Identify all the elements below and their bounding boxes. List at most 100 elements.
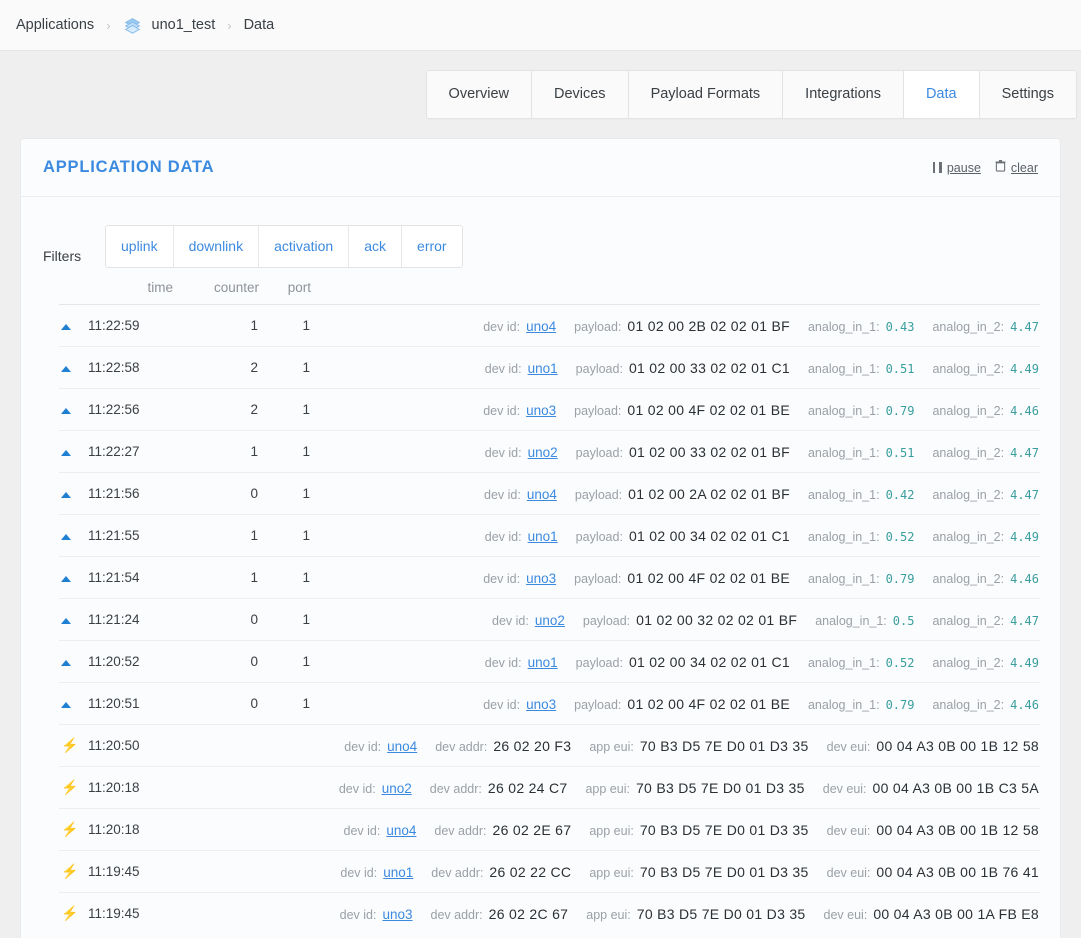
field-dev-id-value[interactable]: uno3 [526, 403, 556, 418]
table-row[interactable]: 11:22:59 1 1 dev id: uno4 payload: 01 02 00 2B… [59, 304, 1040, 347]
field-dev-addr-label: dev addr: [434, 823, 487, 838]
tab-devices[interactable]: Devices [531, 71, 629, 118]
row-type-icon-cell [59, 683, 87, 725]
table-row[interactable]: ⚡ 11:20:50 dev id: uno4 dev addr: 26 02 20 F3… [59, 724, 1040, 767]
field-payload: payload: 01 02 00 33 02 02 01 BF [576, 444, 790, 460]
field-payload: payload: 01 02 00 2B 02 02 01 BF [574, 318, 790, 334]
cell-time: 11:20:51 [88, 696, 140, 711]
activation-bolt-icon: ⚡ [61, 863, 79, 879]
field-analog-in-1-label: analog_in_1: [815, 613, 887, 628]
field-analog-in-1-label: analog_in_1: [807, 529, 880, 544]
table-row[interactable]: 11:21:24 0 1 dev id: uno2 payload: 01 02 00 32… [59, 598, 1040, 641]
tab-payload-formats[interactable]: Payload Formats [628, 71, 784, 118]
table-row[interactable]: 11:20:52 0 1 dev id: uno1 payload: 01 02 00 34… [59, 640, 1040, 683]
field-payload: payload: 01 02 00 32 02 02 01 BF [583, 612, 797, 628]
field-analog-in-1-value: 0.42 [885, 487, 915, 502]
row-type-icon-cell [59, 515, 87, 557]
filter-downlink[interactable]: downlink [173, 226, 260, 267]
field-dev-id-value[interactable]: uno1 [528, 529, 558, 544]
field-dev-id-value[interactable]: uno2 [382, 781, 412, 796]
uplink-arrow-icon [61, 702, 71, 708]
filters-label: Filters [43, 248, 82, 264]
field-dev-addr: dev addr: 26 02 2E 67 [434, 822, 571, 838]
activation-bolt-icon: ⚡ [61, 737, 79, 753]
field-dev-id-value[interactable]: uno3 [526, 571, 556, 586]
field-app-eui: app eui: 70 B3 D5 7E D0 01 D3 35 [586, 906, 805, 922]
table-row[interactable]: 11:22:56 2 1 dev id: uno3 payload: 01 02 00 4F… [59, 388, 1040, 431]
field-analog-in-2-value: 4.46 [1010, 571, 1039, 586]
cell-time: 11:21:56 [88, 486, 140, 501]
trash-icon [995, 160, 1006, 175]
field-payload-label: payload: [582, 613, 631, 628]
field-dev-eui: dev eui: 00 04 A3 0B 00 1B 76 41 [827, 864, 1039, 880]
table-row[interactable]: 11:21:56 0 1 dev id: uno4 payload: 01 02 00 2A… [59, 472, 1040, 515]
filter-error[interactable]: error [402, 226, 462, 267]
table-row[interactable]: ⚡ 11:20:18 dev id: uno4 dev addr: 26 02 2E 67… [59, 808, 1040, 851]
cell-counter: 2 [250, 402, 258, 417]
uplink-arrow-icon [61, 618, 71, 624]
detail-fields: dev id: uno3 payload: 01 02 00 4F 02 02 01 … [325, 402, 1039, 418]
table-row[interactable]: 11:21:54 1 1 dev id: uno3 payload: 01 02 00 4F… [59, 556, 1040, 599]
field-analog-in-1-label: analog_in_1: [807, 319, 880, 334]
application-data-panel: APPLICATION DATA pause clear Filters upl… [20, 138, 1061, 938]
field-analog-in-2-label: analog_in_2: [932, 571, 1005, 586]
cell-counter: 1 [250, 570, 258, 585]
field-dev-id-value[interactable]: uno3 [382, 907, 412, 922]
breadcrumb: Applications › uno1_test › Data [0, 0, 1081, 51]
tab-data[interactable]: Data [903, 71, 980, 118]
field-analog-in-1: analog_in_1: 0.79 [808, 572, 915, 586]
cell-time: 11:21:55 [88, 528, 140, 543]
field-analog-in-1-value: 0.79 [885, 403, 915, 418]
tab-integrations[interactable]: Integrations [783, 71, 904, 118]
clear-button-label: clear [1010, 160, 1038, 175]
field-dev-id-value[interactable]: uno1 [383, 865, 413, 880]
table-row[interactable]: 11:22:58 2 1 dev id: uno1 payload: 01 02 00 33… [59, 346, 1040, 389]
uplink-arrow-icon [61, 534, 71, 540]
clear-button[interactable]: clear [995, 160, 1038, 175]
uplink-arrow-icon [61, 576, 71, 582]
field-payload: payload: 01 02 00 4F 02 02 01 BE [574, 696, 790, 712]
field-payload-value: 01 02 00 2A 02 02 01 BF [628, 485, 790, 502]
pause-button[interactable]: pause [932, 161, 981, 175]
uplink-arrow-icon [61, 660, 71, 666]
row-type-icon-cell [59, 641, 87, 683]
cell-port: 1 [302, 486, 310, 501]
table-row[interactable]: 11:20:51 0 1 dev id: uno3 payload: 01 02 00 4F… [59, 682, 1040, 725]
cell-port: 1 [302, 528, 310, 543]
breadcrumb-applications[interactable]: Applications [8, 17, 102, 33]
table-row[interactable]: ⚡ 11:19:45 dev id: uno1 dev addr: 26 02 22 CC… [59, 850, 1040, 893]
table-row[interactable]: 11:21:55 1 1 dev id: uno1 payload: 01 02 00 34… [59, 514, 1040, 557]
field-dev-id-value[interactable]: uno1 [528, 655, 558, 670]
cell-counter: 2 [250, 360, 258, 375]
field-dev-id-value[interactable]: uno2 [535, 613, 565, 628]
detail-fields: dev id: uno3 dev addr: 26 02 2C 67 app eui: 7… [325, 906, 1039, 922]
tab-overview[interactable]: Overview [426, 71, 532, 118]
field-dev-id-value[interactable]: uno4 [386, 823, 416, 838]
field-dev-id-value[interactable]: uno3 [526, 697, 556, 712]
field-dev-id-value[interactable]: uno4 [526, 319, 556, 334]
filter-ack[interactable]: ack [349, 226, 403, 267]
table-row[interactable]: ⚡ 11:20:18 dev id: uno2 dev addr: 26 02 24 C7… [59, 766, 1040, 809]
field-dev-id-value[interactable]: uno2 [528, 445, 558, 460]
table-row[interactable]: 11:22:27 1 1 dev id: uno2 payload: 01 02 00 33… [59, 430, 1040, 473]
table-row[interactable]: ⚡ 11:19:45 dev id: uno3 dev addr: 26 02 2C 67… [59, 892, 1040, 935]
cell-details: dev id: uno1 payload: 01 02 00 33 02 02 01 … [311, 347, 1040, 389]
field-dev-id-label: dev id: [484, 361, 522, 376]
field-dev-id-label: dev id: [484, 445, 522, 460]
field-analog-in-2-value: 4.46 [1010, 697, 1039, 712]
filter-activation[interactable]: activation [259, 226, 350, 267]
cell-details: dev id: uno1 payload: 01 02 00 34 02 02 01 … [311, 641, 1040, 683]
pause-icon [932, 162, 942, 173]
field-dev-eui: dev eui: 00 04 A3 0B 00 1A FB E8 [824, 906, 1039, 922]
row-type-icon-cell [59, 305, 87, 347]
field-dev-id-value[interactable]: uno1 [528, 361, 558, 376]
breadcrumb-application-name[interactable]: uno1_test [144, 17, 224, 33]
tab-settings[interactable]: Settings [979, 71, 1076, 118]
field-analog-in-1-label: analog_in_1: [807, 361, 880, 376]
filter-uplink[interactable]: uplink [106, 226, 174, 267]
field-dev-id-value[interactable]: uno4 [387, 739, 417, 754]
cell-port: 1 [302, 318, 310, 333]
field-dev-id-value[interactable]: uno4 [527, 487, 557, 502]
field-analog-in-2: analog_in_2: 4.47 [932, 614, 1039, 628]
field-analog-in-1: analog_in_1: 0.43 [808, 320, 915, 334]
